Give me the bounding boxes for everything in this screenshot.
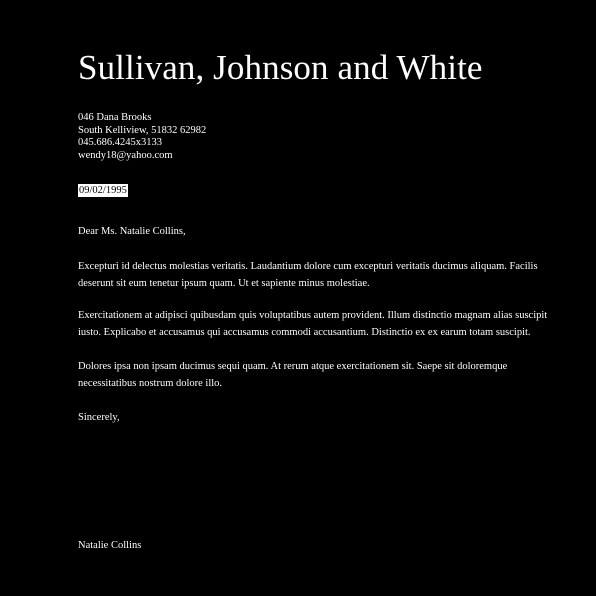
address-email: wendy18@yahoo.com bbox=[78, 149, 173, 161]
address-city-line: South Kelliview, 51832 62982 bbox=[78, 124, 207, 136]
salutation: Dear Ms. Natalie Collins, bbox=[78, 226, 186, 237]
letter-date[interactable]: 09/02/1995 bbox=[78, 184, 128, 197]
body-paragraph-3: Dolores ipsa non ipsam ducimus sequi qua… bbox=[78, 361, 508, 389]
address-street: 046 Dana Brooks bbox=[78, 112, 152, 123]
company-name: Sullivan, Johnson and White bbox=[78, 48, 483, 87]
sender-address-block: 046 Dana Brooks South Kelliview, 51832 6… bbox=[78, 112, 206, 162]
address-phone: 045.686.4245x3133 bbox=[78, 137, 162, 148]
body-paragraph-1: Excepturi id delectus molestias veritati… bbox=[78, 261, 538, 289]
body-paragraph-2: Exercitationem at adipisci quibusdam qui… bbox=[78, 310, 548, 338]
closing: Sincerely, bbox=[78, 412, 120, 423]
signature-name: Natalie Collins bbox=[78, 540, 142, 551]
